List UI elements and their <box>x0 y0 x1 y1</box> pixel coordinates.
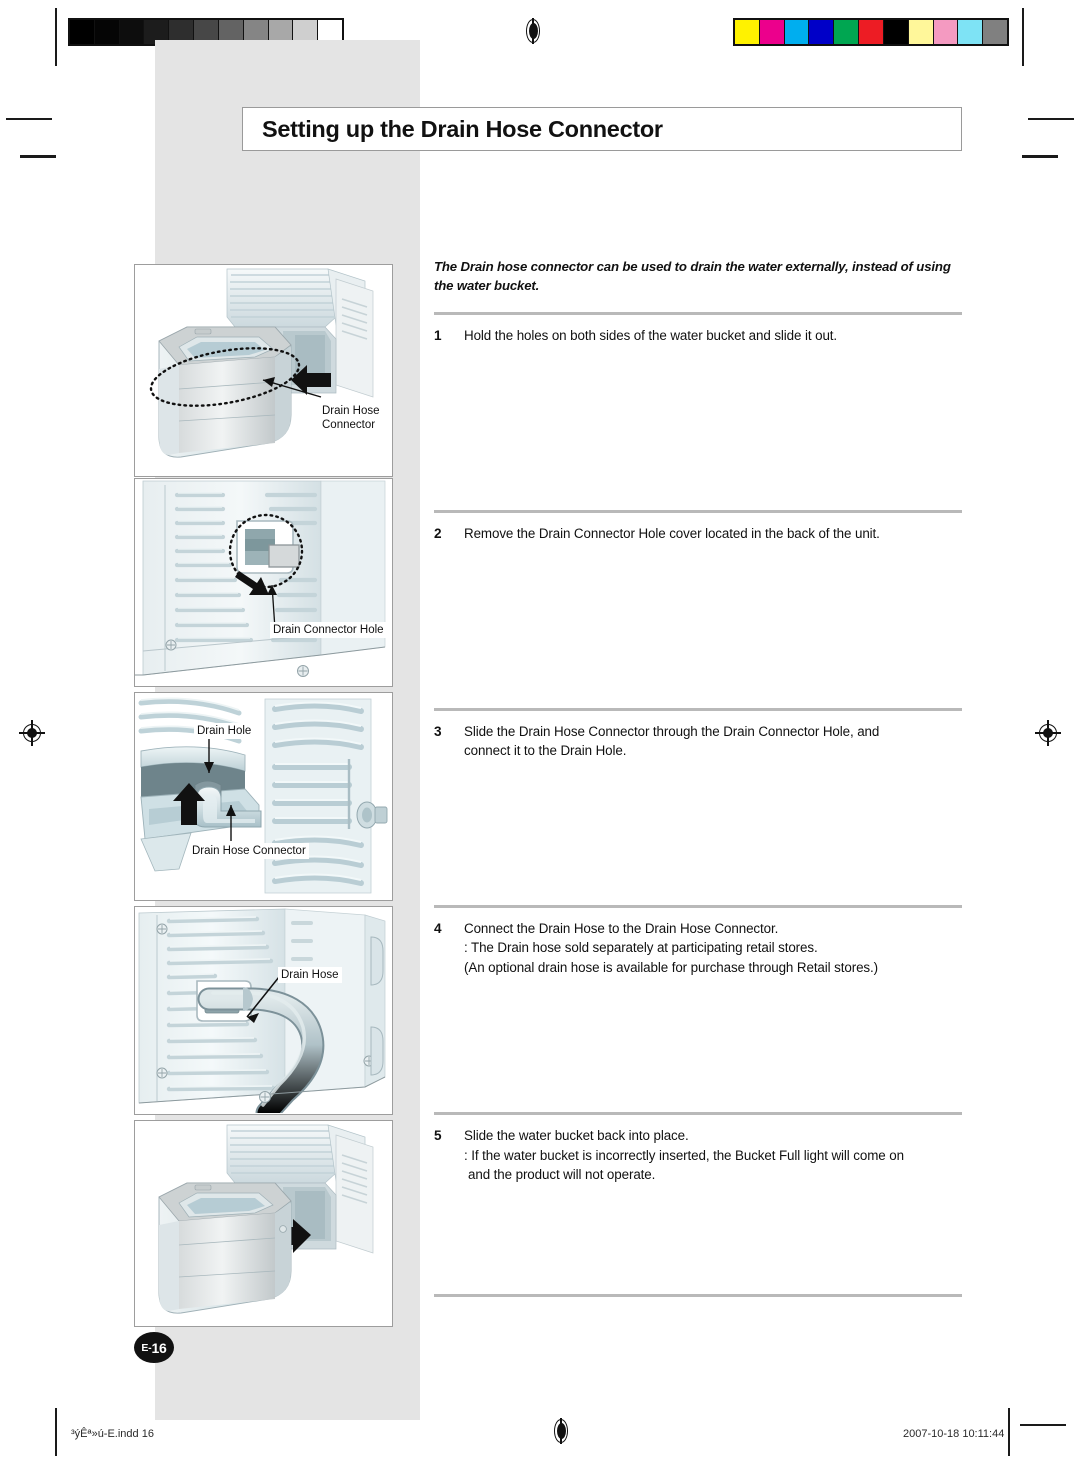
step-4-number: 4 <box>434 920 442 936</box>
figure-drain-hose-attached: Drain Hose <box>134 906 393 1115</box>
color-swatch-7 <box>907 20 933 44</box>
step-4-text: Connect the Drain Hose to the Drain Hose… <box>464 919 962 977</box>
figure-drain-hose-attached-art <box>135 907 391 1114</box>
color-swatch-3 <box>808 20 834 44</box>
instructions-intro: The Drain hose connector can be used to … <box>434 259 951 293</box>
crop-mark-top-right-vertical <box>1022 8 1024 66</box>
color-swatch-6 <box>882 20 908 44</box>
crop-mark-upper-right-dash <box>1022 155 1058 158</box>
crop-mark-top-right-horizontal <box>1028 118 1074 120</box>
step-4: 4 Connect the Drain Hose to the Drain Ho… <box>434 919 962 977</box>
grayscale-swatch-1 <box>93 20 119 44</box>
step-1: 1 Hold the holes on both sides of the wa… <box>434 326 962 346</box>
step-5-line-1: Slide the water bucket back into place. <box>464 1128 689 1144</box>
separator-rule-4 <box>434 904 962 908</box>
color-swatch-10 <box>982 20 1007 44</box>
step-1-line-1: Hold the holes on both sides of the wate… <box>464 328 838 344</box>
separator-rule-3 <box>434 707 962 711</box>
callout-drain-hose-connector: Drain Hose Connector <box>319 403 391 434</box>
callout-line-1: Drain Hose <box>322 405 380 417</box>
callout-drain-connector-hole: Drain Connector Hole <box>270 622 387 639</box>
color-swatch-2 <box>783 20 809 44</box>
footer-timestamp: 2007-10-18 10:11:44 <box>903 1428 1005 1440</box>
step-5-line-3: and the product will not operate. <box>468 1166 656 1182</box>
grayscale-swatch-2 <box>118 20 144 44</box>
callout-drain-hole: Drain Hole <box>194 723 255 740</box>
figure-bucket-reinsertion <box>134 1120 393 1327</box>
crop-mark-upper-left-dash <box>20 155 56 158</box>
step-1-number: 1 <box>434 328 442 344</box>
figure-bucket-reinsertion-art <box>135 1121 391 1325</box>
step-5-line-2: : If the water bucket is incorrectly ins… <box>464 1147 904 1163</box>
page-badge-number: 16 <box>151 1339 167 1356</box>
step-3-number: 3 <box>434 723 442 739</box>
grayscale-swatch-0 <box>70 20 94 44</box>
crop-mark-bottom-right-horizontal <box>1020 1424 1066 1426</box>
figure-drain-connector-hole-art <box>135 479 391 685</box>
callout-line-2: Connector <box>322 419 376 432</box>
step-2: 2 Remove the Drain Connector Hole cover … <box>434 524 962 544</box>
color-calibration-bar <box>733 18 1009 46</box>
crop-mark-top-left-vertical <box>55 8 57 66</box>
step-5-number: 5 <box>434 1128 442 1144</box>
step-4-line-1: Connect the Drain Hose to the Drain Hose… <box>464 920 779 936</box>
step-5-text: Slide the water bucket back into place. … <box>464 1126 962 1184</box>
callout-drain-hose-connector-fig3: Drain Hose Connector <box>189 843 309 860</box>
figure-connector-to-drain-hole: Drain Hole Drain Hose Connector <box>134 692 393 901</box>
callout-drain-hose: Drain Hose <box>278 967 342 984</box>
step-2-text: Remove the Drain Connector Hole cover lo… <box>464 524 962 543</box>
page-number-badge: E- 16 <box>134 1332 174 1363</box>
step-1-text: Hold the holes on both sides of the wate… <box>464 326 962 345</box>
page-title: Setting up the Drain Hose Connector <box>262 115 663 142</box>
figure-drain-connector-hole: Drain Connector Hole <box>134 478 393 687</box>
separator-rule-1 <box>434 312 962 316</box>
step-3-text: Slide the Drain Hose Connector through t… <box>464 722 962 761</box>
separator-rule-2 <box>434 510 962 514</box>
step-4-line-3: (An optional drain hose is available for… <box>464 959 878 975</box>
step-4-line-2: : The Drain hose sold separately at part… <box>464 940 818 956</box>
figure-water-bucket-removal-art <box>149 268 374 458</box>
color-swatch-8 <box>932 20 958 44</box>
step-5: 5 Slide the water bucket back into place… <box>434 1126 962 1184</box>
registration-mark-top-center <box>520 18 546 44</box>
step-3-line-1: Slide the Drain Hose Connector through t… <box>464 723 880 739</box>
step-3-line-2: connect it to the Drain Hole. <box>464 743 627 759</box>
figure-water-bucket-removal: Drain Hose Connector <box>134 264 393 477</box>
crop-mark-top-left-horizontal <box>6 118 52 120</box>
crop-mark-bottom-left-vertical <box>55 1408 57 1456</box>
color-swatch-4 <box>833 20 859 44</box>
color-swatch-1 <box>758 20 784 44</box>
step-2-number: 2 <box>434 526 442 542</box>
figure-connector-to-drain-hole-art <box>135 693 391 899</box>
registration-mark-left-center <box>19 720 45 746</box>
step-3: 3 Slide the Drain Hose Connector through… <box>434 722 962 761</box>
color-swatch-0 <box>735 20 759 44</box>
instructions-column: The Drain hose connector can be used to … <box>434 258 962 1298</box>
color-swatch-5 <box>858 20 883 44</box>
step-2-line-1: Remove the Drain Connector Hole cover lo… <box>464 526 880 542</box>
crop-mark-bottom-right-vertical <box>1008 1408 1010 1456</box>
registration-mark-right-center <box>1035 720 1061 746</box>
page-title-box: Setting up the Drain Hose Connector <box>242 107 962 151</box>
registration-mark-bottom-center <box>548 1418 574 1444</box>
page-badge-prefix: E- <box>141 1341 152 1354</box>
separator-rule-5 <box>434 1112 962 1116</box>
footer-filename: ³ýÊª»ú-E.indd 16 <box>71 1428 154 1440</box>
separator-rule-6 <box>434 1294 962 1298</box>
color-swatch-9 <box>957 20 983 44</box>
